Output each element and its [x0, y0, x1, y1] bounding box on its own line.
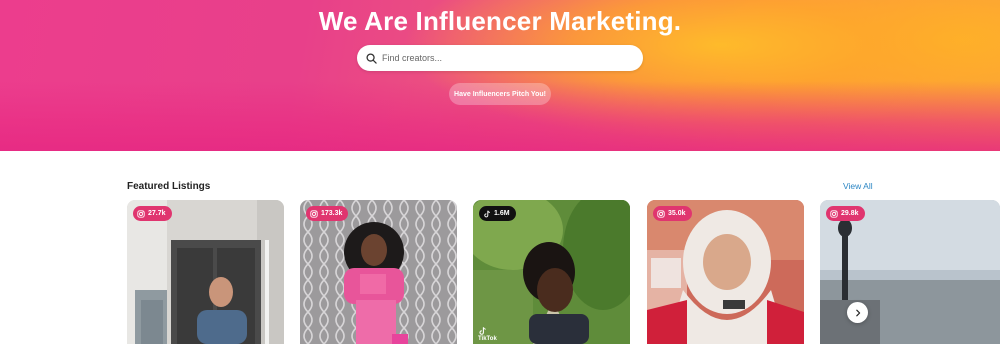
follower-badge: 1.6M: [479, 206, 516, 221]
tiktok-icon: [479, 327, 486, 335]
follower-count: 27.7k: [148, 210, 166, 217]
follower-badge: 27.7k: [133, 206, 172, 221]
follower-count: 29.8k: [841, 210, 859, 217]
carousel-next-button[interactable]: [847, 302, 868, 323]
follower-count: 173.3k: [321, 210, 343, 217]
listing-card[interactable]: 1.6M TikTok: [473, 200, 630, 344]
follower-count: 35.0k: [668, 210, 686, 217]
follower-badge: 35.0k: [653, 206, 692, 221]
follower-count: 1.6M: [494, 210, 510, 217]
chevron-right-icon: [855, 309, 860, 316]
instagram-icon: [137, 209, 145, 218]
featured-listings-title: Featured Listings: [127, 181, 211, 192]
instagram-icon: [657, 209, 665, 218]
tiktok-icon: [484, 210, 490, 217]
hero-title: We Are Influencer Marketing.: [318, 6, 682, 36]
instagram-icon: [830, 209, 838, 218]
listing-card[interactable]: 173.3k: [300, 200, 457, 344]
tiktok-watermark-label: TikTok: [478, 336, 497, 342]
search-icon: [366, 52, 377, 64]
creator-photo: [127, 200, 284, 344]
creator-photo: [820, 200, 1000, 344]
creator-photo: [473, 200, 630, 344]
listing-card[interactable]: 29.8k: [820, 200, 1000, 344]
hero-banner: We Are Influencer Marketing. Have Influe…: [0, 0, 1000, 151]
creator-photo: [300, 200, 457, 344]
view-all-link[interactable]: View All: [843, 181, 873, 191]
tiktok-watermark: TikTok: [478, 326, 497, 342]
follower-badge: 173.3k: [306, 206, 349, 221]
instagram-icon: [310, 209, 318, 218]
follower-badge: 29.8k: [826, 206, 865, 221]
creator-photo: [647, 200, 804, 344]
pitch-button[interactable]: Have Influencers Pitch You!: [449, 83, 551, 105]
listing-card[interactable]: 35.0k: [647, 200, 804, 344]
listing-card[interactable]: 27.7k: [127, 200, 284, 344]
search-bar[interactable]: [357, 45, 643, 71]
search-input[interactable]: [382, 53, 632, 63]
